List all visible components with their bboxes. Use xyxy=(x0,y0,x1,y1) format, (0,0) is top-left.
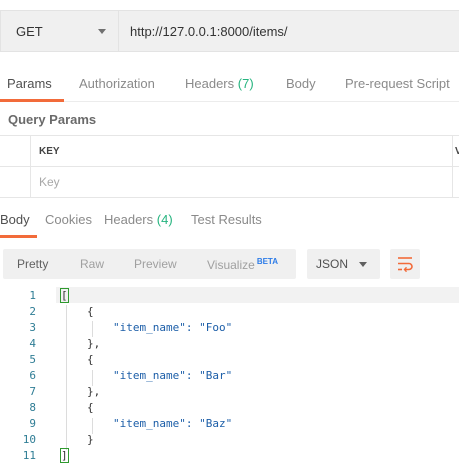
line-number: 4 xyxy=(29,337,36,350)
format-label: JSON xyxy=(316,257,349,271)
active-tab-underline xyxy=(0,99,64,102)
line-number: 9 xyxy=(29,417,36,430)
tab-cookies[interactable]: Cookies xyxy=(45,212,92,227)
code-text: } xyxy=(87,433,94,446)
response-view-modes: Pretty Raw Preview Visualize BETA xyxy=(3,249,296,279)
wrap-lines-icon xyxy=(398,257,413,273)
tab-headers-label: Headers xyxy=(185,76,235,91)
code-text: "item_name": "Foo" xyxy=(113,321,233,334)
method-label: GET xyxy=(16,23,43,39)
code-line: 6 "item_name": "Bar" xyxy=(0,369,459,385)
response-tabs: Body Cookies Headers (4) Test Results xyxy=(0,204,459,238)
code-text: ] xyxy=(60,448,69,463)
tab-params[interactable]: Params xyxy=(7,76,52,91)
code-line: 2 { xyxy=(0,305,459,321)
url-text: http://127.0.0.1:8000/items/ xyxy=(130,23,288,39)
chevron-down-icon xyxy=(98,29,106,34)
tab-response-headers-label: Headers xyxy=(104,212,154,227)
key-input[interactable]: Key xyxy=(39,175,60,189)
code-line: 3 "item_name": "Foo" xyxy=(0,321,459,337)
tab-authorization[interactable]: Authorization xyxy=(79,76,155,91)
value-column-header: V xyxy=(455,146,459,157)
raw-button[interactable]: Raw xyxy=(80,257,104,271)
beta-badge: BETA xyxy=(256,257,278,266)
line-number: 7 xyxy=(29,385,36,398)
tab-headers[interactable]: Headers (7) xyxy=(185,76,254,91)
line-number: 2 xyxy=(29,305,36,318)
line-number: 3 xyxy=(29,321,36,334)
tab-test-results[interactable]: Test Results xyxy=(191,212,262,227)
code-line: 10 } xyxy=(0,433,459,449)
format-select[interactable]: JSON xyxy=(307,249,380,279)
line-number: 6 xyxy=(29,369,36,382)
request-url-bar: GET http://127.0.0.1:8000/items/ xyxy=(0,10,459,52)
tab-response-headers-count: (4) xyxy=(156,212,173,227)
column-divider xyxy=(452,136,453,198)
query-params-header-row: KEY V xyxy=(0,136,459,167)
line-number: 11 xyxy=(22,449,36,462)
tab-headers-count: (7) xyxy=(237,76,254,91)
code-line: 11 ] xyxy=(0,448,459,465)
method-select[interactable]: GET xyxy=(0,10,118,52)
line-number: 10 xyxy=(22,433,36,446)
tab-pre-request-script[interactable]: Pre-request Script xyxy=(345,76,450,91)
tab-response-headers[interactable]: Headers (4) xyxy=(104,212,173,227)
query-params-title: Query Params xyxy=(8,112,97,127)
code-line: 7 }, xyxy=(0,385,459,401)
code-line: 8 { xyxy=(0,401,459,417)
column-divider xyxy=(30,136,31,198)
visualize-button[interactable]: Visualize BETA xyxy=(207,257,278,272)
code-line: 5 { xyxy=(0,353,459,369)
code-line: 9 "item_name": "Baz" xyxy=(0,417,459,433)
line-number: 5 xyxy=(29,353,36,366)
tab-response-body[interactable]: Body xyxy=(0,212,30,227)
line-number: 8 xyxy=(29,401,36,414)
code-text: }, xyxy=(87,337,101,350)
code-text: }, xyxy=(87,385,101,398)
code-text: { xyxy=(87,401,94,414)
response-body-editor[interactable]: 1 [ 2 { 3 "item_name": "Foo" 4 }, 5 { 6 … xyxy=(0,287,459,470)
code-line: 1 [ xyxy=(0,288,459,305)
code-text: { xyxy=(87,305,94,318)
query-params-table: KEY V Key xyxy=(0,135,459,198)
preview-button[interactable]: Preview xyxy=(134,257,177,271)
request-tabs: Params Authorization Headers (7) Body Pr… xyxy=(0,68,459,102)
key-column-header: KEY xyxy=(39,146,60,157)
visualize-label: Visualize xyxy=(207,258,255,272)
code-text: "item_name": "Baz" xyxy=(113,417,233,430)
url-input[interactable]: http://127.0.0.1:8000/items/ xyxy=(118,10,459,52)
chevron-down-icon xyxy=(359,262,367,267)
tab-body[interactable]: Body xyxy=(286,76,316,91)
code-line: 4 }, xyxy=(0,337,459,353)
code-text: [ xyxy=(60,288,69,303)
active-tab-underline xyxy=(0,235,37,238)
code-text: "item_name": "Bar" xyxy=(113,369,233,382)
query-params-row: Key xyxy=(0,167,459,198)
code-text: { xyxy=(87,353,94,366)
line-number: 1 xyxy=(29,289,36,302)
pretty-button[interactable]: Pretty xyxy=(17,257,48,271)
wrap-lines-button[interactable] xyxy=(390,249,420,279)
